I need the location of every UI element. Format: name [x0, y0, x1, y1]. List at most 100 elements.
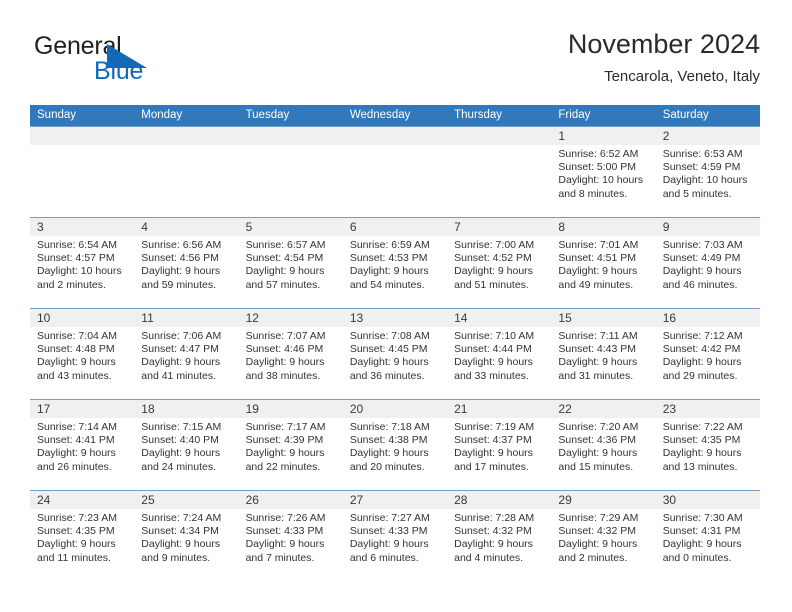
sunrise-text: Sunrise: 7:26 AM	[245, 512, 326, 524]
day-number	[30, 127, 135, 145]
day-cell[interactable]: 21 Sunrise: 7:19 AM Sunset: 4:37 PM Dayl…	[447, 400, 552, 490]
day-cell[interactable]: 18 Sunrise: 7:15 AM Sunset: 4:40 PM Dayl…	[134, 400, 239, 490]
day-cell[interactable]: 15 Sunrise: 7:11 AM Sunset: 4:43 PM Dayl…	[551, 309, 656, 399]
daylight-text: Daylight: 9 hours and 29 minutes.	[662, 356, 742, 382]
day-cell[interactable]: 27 Sunrise: 7:27 AM Sunset: 4:33 PM Dayl…	[342, 491, 448, 581]
day-number: 29	[551, 491, 656, 509]
weekday-saturday: Saturday	[662, 109, 709, 121]
sunset-text: Sunset: 4:54 PM	[245, 252, 324, 265]
day-details: Sunrise: 7:10 AM Sunset: 4:44 PM Dayligh…	[447, 327, 551, 383]
day-details: Sunrise: 6:54 AM Sunset: 4:57 PM Dayligh…	[30, 236, 134, 292]
week-row: 10 Sunrise: 7:04 AM Sunset: 4:48 PM Dayl…	[30, 308, 760, 399]
brand-logo[interactable]: General Blue	[34, 32, 254, 94]
sunrise-text: Sunrise: 7:23 AM	[37, 512, 117, 524]
day-details: Sunrise: 7:14 AM Sunset: 4:41 PM Dayligh…	[30, 418, 134, 474]
daylight-text: Daylight: 9 hours and 57 minutes.	[245, 265, 325, 291]
daylight-text: Daylight: 9 hours and 26 minutes.	[37, 447, 116, 473]
sunrise-text: Sunrise: 7:29 AM	[558, 512, 639, 524]
day-number	[238, 127, 343, 145]
sunrise-text: Sunrise: 7:00 AM	[454, 239, 535, 251]
day-number: 27	[342, 491, 448, 509]
day-cell[interactable]: 25 Sunrise: 7:24 AM Sunset: 4:34 PM Dayl…	[134, 491, 239, 581]
page-subtitle: Tencarola, Veneto, Italy	[604, 68, 760, 85]
sunset-text: Sunset: 4:57 PM	[37, 252, 115, 265]
day-cell[interactable]	[30, 127, 135, 217]
sunset-text: Sunset: 4:34 PM	[141, 525, 219, 538]
sunrise-text: Sunrise: 7:12 AM	[662, 330, 743, 342]
day-details: Sunrise: 7:20 AM Sunset: 4:36 PM Dayligh…	[551, 418, 655, 474]
day-number: 8	[551, 218, 656, 236]
daylight-text: Daylight: 9 hours and 38 minutes.	[245, 356, 325, 382]
day-cell[interactable]: 7 Sunrise: 7:00 AM Sunset: 4:52 PM Dayli…	[447, 218, 552, 308]
day-number	[447, 127, 552, 145]
day-cell[interactable]	[238, 127, 343, 217]
day-details: Sunrise: 7:27 AM Sunset: 4:33 PM Dayligh…	[343, 509, 447, 565]
week-row: 17 Sunrise: 7:14 AM Sunset: 4:41 PM Dayl…	[30, 399, 760, 490]
day-cell[interactable]: 17 Sunrise: 7:14 AM Sunset: 4:41 PM Dayl…	[30, 400, 135, 490]
day-details: Sunrise: 7:00 AM Sunset: 4:52 PM Dayligh…	[447, 236, 551, 292]
sunset-text: Sunset: 4:48 PM	[37, 343, 115, 356]
day-cell[interactable]: 28 Sunrise: 7:28 AM Sunset: 4:32 PM Dayl…	[447, 491, 552, 581]
day-cell[interactable]: 10 Sunrise: 7:04 AM Sunset: 4:48 PM Dayl…	[30, 309, 135, 399]
sunset-text: Sunset: 4:40 PM	[141, 434, 219, 447]
day-details: Sunrise: 7:26 AM Sunset: 4:33 PM Dayligh…	[239, 509, 343, 565]
day-cell[interactable]: 29 Sunrise: 7:29 AM Sunset: 4:32 PM Dayl…	[551, 491, 656, 581]
day-details: Sunrise: 7:04 AM Sunset: 4:48 PM Dayligh…	[30, 327, 134, 383]
sunrise-text: Sunrise: 7:28 AM	[454, 512, 535, 524]
calendar-page: General Blue November 2024 Tencarola, Ve…	[0, 0, 792, 612]
sunset-text: Sunset: 4:39 PM	[245, 434, 324, 447]
day-number: 26	[238, 491, 343, 509]
day-cell[interactable]: 1 Sunrise: 6:52 AM Sunset: 5:00 PM Dayli…	[551, 127, 656, 217]
day-cell[interactable]: 2 Sunrise: 6:53 AM Sunset: 4:59 PM Dayli…	[655, 127, 760, 217]
day-details: Sunrise: 6:56 AM Sunset: 4:56 PM Dayligh…	[134, 236, 238, 292]
sunset-text: Sunset: 4:31 PM	[662, 525, 741, 538]
sunrise-text: Sunrise: 7:17 AM	[245, 421, 326, 433]
day-number: 22	[551, 400, 656, 418]
day-cell[interactable]: 3 Sunrise: 6:54 AM Sunset: 4:57 PM Dayli…	[30, 218, 135, 308]
day-cell[interactable]: 6 Sunrise: 6:59 AM Sunset: 4:53 PM Dayli…	[342, 218, 448, 308]
day-cell[interactable]	[134, 127, 239, 217]
sunrise-text: Sunrise: 7:11 AM	[558, 330, 638, 342]
day-cell[interactable]: 4 Sunrise: 6:56 AM Sunset: 4:56 PM Dayli…	[134, 218, 239, 308]
sunset-text: Sunset: 4:33 PM	[349, 525, 428, 538]
day-cell[interactable]: 19 Sunrise: 7:17 AM Sunset: 4:39 PM Dayl…	[238, 400, 343, 490]
day-details: Sunrise: 7:01 AM Sunset: 4:51 PM Dayligh…	[551, 236, 655, 292]
weekday-header-row: Sunday Monday Tuesday Wednesday Thursday…	[30, 105, 760, 126]
day-details: Sunrise: 7:06 AM Sunset: 4:47 PM Dayligh…	[134, 327, 238, 383]
calendar-grid: Sunday Monday Tuesday Wednesday Thursday…	[30, 105, 760, 581]
daylight-text: Daylight: 9 hours and 15 minutes.	[558, 447, 638, 473]
day-number: 11	[134, 309, 239, 327]
day-number	[342, 127, 448, 145]
day-number: 6	[342, 218, 448, 236]
day-cell[interactable]: 12 Sunrise: 7:07 AM Sunset: 4:46 PM Dayl…	[238, 309, 343, 399]
sunrise-text: Sunrise: 7:14 AM	[37, 421, 117, 433]
day-cell[interactable]: 13 Sunrise: 7:08 AM Sunset: 4:45 PM Dayl…	[342, 309, 448, 399]
day-cell[interactable]	[447, 127, 552, 217]
day-details: Sunrise: 7:19 AM Sunset: 4:37 PM Dayligh…	[447, 418, 551, 474]
day-number: 4	[134, 218, 239, 236]
day-cell[interactable]: 5 Sunrise: 6:57 AM Sunset: 4:54 PM Dayli…	[238, 218, 343, 308]
day-cell[interactable]: 23 Sunrise: 7:22 AM Sunset: 4:35 PM Dayl…	[655, 400, 760, 490]
page-title: November 2024	[567, 29, 760, 59]
day-cell[interactable]	[342, 127, 448, 217]
day-cell[interactable]: 9 Sunrise: 7:03 AM Sunset: 4:49 PM Dayli…	[655, 218, 760, 308]
sunrise-text: Sunrise: 6:53 AM	[662, 148, 743, 160]
day-number: 16	[655, 309, 760, 327]
daylight-text: Daylight: 9 hours and 11 minutes.	[37, 538, 116, 564]
day-details: Sunrise: 7:30 AM Sunset: 4:31 PM Dayligh…	[656, 509, 760, 565]
day-cell[interactable]: 16 Sunrise: 7:12 AM Sunset: 4:42 PM Dayl…	[655, 309, 760, 399]
sunrise-text: Sunrise: 6:52 AM	[558, 148, 639, 160]
daylight-text: Daylight: 9 hours and 59 minutes.	[141, 265, 221, 291]
day-cell[interactable]: 24 Sunrise: 7:23 AM Sunset: 4:35 PM Dayl…	[30, 491, 135, 581]
day-cell[interactable]: 14 Sunrise: 7:10 AM Sunset: 4:44 PM Dayl…	[447, 309, 552, 399]
sunrise-text: Sunrise: 7:24 AM	[141, 512, 222, 524]
day-cell[interactable]: 26 Sunrise: 7:26 AM Sunset: 4:33 PM Dayl…	[238, 491, 343, 581]
day-number: 19	[238, 400, 343, 418]
day-cell[interactable]: 30 Sunrise: 7:30 AM Sunset: 4:31 PM Dayl…	[655, 491, 760, 581]
day-cell[interactable]: 11 Sunrise: 7:06 AM Sunset: 4:47 PM Dayl…	[134, 309, 239, 399]
day-cell[interactable]: 22 Sunrise: 7:20 AM Sunset: 4:36 PM Dayl…	[551, 400, 656, 490]
day-cell[interactable]: 20 Sunrise: 7:18 AM Sunset: 4:38 PM Dayl…	[342, 400, 448, 490]
daylight-text: Daylight: 9 hours and 0 minutes.	[662, 538, 742, 564]
day-cell[interactable]: 8 Sunrise: 7:01 AM Sunset: 4:51 PM Dayli…	[551, 218, 656, 308]
daylight-text: Daylight: 9 hours and 22 minutes.	[245, 447, 325, 473]
